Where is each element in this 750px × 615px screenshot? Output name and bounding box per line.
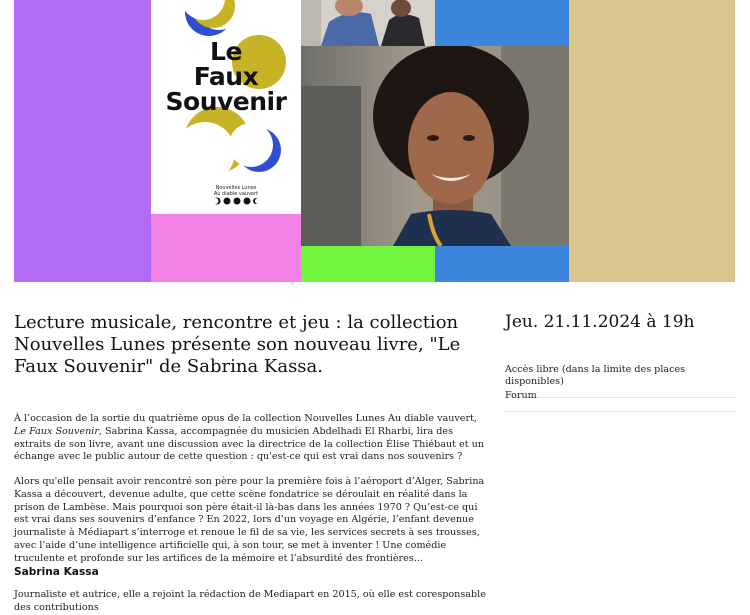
cover-title-line: Le: [210, 37, 242, 66]
event-date: Jeu. 21.11.2024 à 19h: [505, 312, 695, 332]
musician-photo: [301, 0, 435, 46]
pink-color-block: [151, 214, 301, 282]
book-cover: Le Faux Souvenir Nouvelles Lunes Au diab…: [151, 0, 301, 214]
author-heading: Sabrina Kassa: [14, 566, 99, 578]
blue-color-block: [435, 246, 569, 282]
green-color-block: [301, 246, 435, 282]
article-headline: Lecture musicale, rencontre et jeu : la …: [14, 312, 461, 377]
book-title-italic: Le Faux Souvenir: [14, 425, 99, 437]
author-bio-paragraph: Journaliste et autrice, elle a rejoint l…: [14, 589, 486, 613]
venue-link[interactable]: Forum: [505, 390, 537, 401]
article-paragraph: À l’occasion de la sortie du quatrième o…: [14, 413, 492, 464]
cover-title-line: Souvenir: [165, 87, 287, 116]
purple-color-block: [14, 0, 151, 282]
venue-info: Forum: [505, 390, 736, 412]
blue-color-block: [435, 0, 569, 46]
article-paragraph: Alors qu'elle pensait avoir rencontré so…: [14, 476, 485, 564]
hero-banner: Le Faux Souvenir Nouvelles Lunes Au diab…: [14, 0, 735, 282]
cover-publisher: Nouvelles Lunes Au diable vauvert: [206, 185, 266, 197]
author-portrait-photo: [301, 46, 569, 246]
khaki-color-block: [569, 0, 735, 282]
cover-title-line: Faux: [193, 62, 259, 91]
moon-phases-logo: [213, 197, 259, 205]
paragraph-text: À l’occasion de la sortie du quatrième o…: [14, 413, 477, 424]
